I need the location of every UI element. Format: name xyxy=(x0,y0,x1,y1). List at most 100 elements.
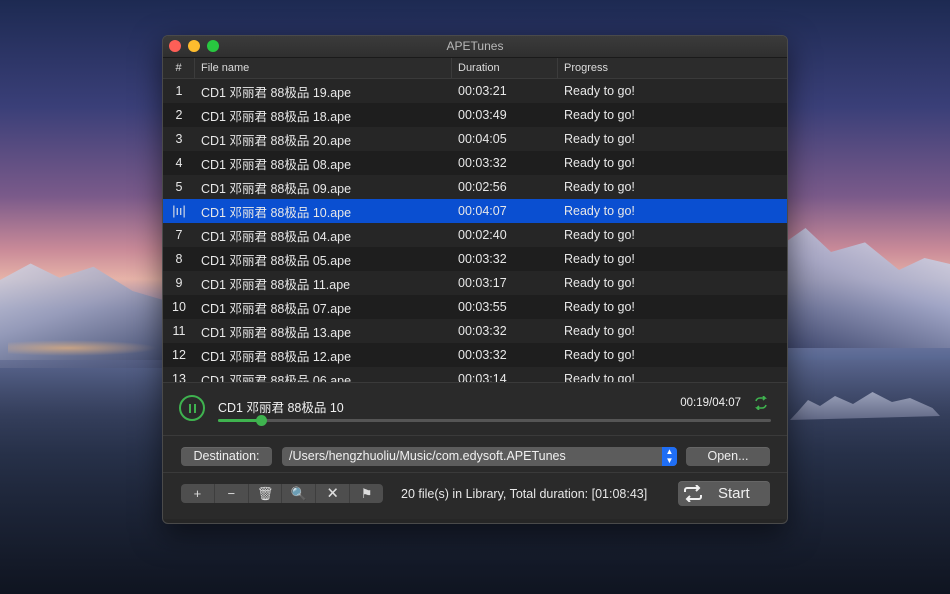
row-file-name: CD1 邓丽君 88极品 08.ape xyxy=(201,157,352,172)
row-progress: Ready to go! xyxy=(564,132,635,146)
row-number: 5 xyxy=(175,180,183,194)
destination-path-select[interactable]: /Users/hengzhuoliu/Music/com.edysoft.APE… xyxy=(282,447,677,466)
row-duration: 00:03:32 xyxy=(458,348,507,362)
row-number: 11 xyxy=(172,324,186,338)
table-row[interactable]: 8 CD1 邓丽君 88极品 05.ape 00:03:32 Ready to go! xyxy=(163,247,787,271)
row-progress: Ready to go! xyxy=(564,204,635,218)
row-number: 7 xyxy=(175,228,183,242)
library-status: 20 file(s) in Library, Total duration: [… xyxy=(401,487,648,501)
mountain-right xyxy=(780,228,950,348)
row-number: 10 xyxy=(172,300,186,314)
pause-icon[interactable] xyxy=(179,395,205,421)
row-duration: 00:02:56 xyxy=(458,180,507,194)
repeat-icon[interactable] xyxy=(753,396,769,410)
row-file-name: CD1 邓丽君 88极品 19.ape xyxy=(201,85,352,100)
row-duration: 00:03:32 xyxy=(458,324,507,338)
chevron-updown-icon[interactable]: ▲ ▼ xyxy=(662,447,677,466)
row-file-name: CD1 邓丽君 88极品 12.ape xyxy=(201,349,352,364)
window-title: APETunes xyxy=(446,39,504,53)
trash-icon[interactable]: 🗑 xyxy=(249,484,283,503)
row-duration: 00:03:32 xyxy=(458,156,507,170)
table-row[interactable]: 3 CD1 邓丽君 88极品 20.ape 00:04:05 Ready to go! xyxy=(163,127,787,151)
title-bar[interactable]: APETunes xyxy=(163,36,787,58)
row-progress: Ready to go! xyxy=(564,276,635,290)
row-progress: Ready to go! xyxy=(564,156,635,170)
table-row[interactable]: |ıı| CD1 邓丽君 88极品 10.ape 00:04:07 Ready to … xyxy=(163,199,787,223)
row-file-name: CD1 邓丽君 88极品 13.ape xyxy=(201,325,352,340)
table-header: # File name Duration Progress xyxy=(163,58,787,79)
now-playing-title: CD1 邓丽君 88极品 10 xyxy=(218,401,344,415)
row-progress: Ready to go! xyxy=(564,324,635,338)
row-number: |ıı| xyxy=(172,204,186,218)
row-file-name: CD1 邓丽君 88极品 09.ape xyxy=(201,181,352,196)
row-duration: 00:03:55 xyxy=(458,300,507,314)
row-file-name: CD1 邓丽君 88极品 05.ape xyxy=(201,253,352,268)
start-button[interactable]: Start xyxy=(678,481,770,506)
header-file-name[interactable]: File name xyxy=(195,58,452,78)
table-row[interactable]: 10 CD1 邓丽君 88极品 07.ape 00:03:55 Ready to go… xyxy=(163,295,787,319)
row-duration: 00:04:05 xyxy=(458,132,507,146)
header-duration[interactable]: Duration xyxy=(452,58,558,78)
bottom-bar: + − 🗑 🔍 🗙 ⚑ 20 file(s) in Library, Total dura… xyxy=(163,473,787,519)
table-row[interactable]: 2 CD1 邓丽君 88极品 18.ape 00:03:49 Ready to go! xyxy=(163,103,787,127)
row-progress: Ready to go! xyxy=(564,84,635,98)
convert-icon xyxy=(684,485,702,502)
row-duration: 00:03:32 xyxy=(458,252,507,266)
row-progress: Ready to go! xyxy=(564,252,635,266)
table-row[interactable]: 12 CD1 邓丽君 88极品 12.ape 00:03:32 Ready to go… xyxy=(163,343,787,367)
tool-segmented-control: + − 🗑 🔍 🗙 ⚑ xyxy=(181,484,383,503)
row-number: 12 xyxy=(172,348,186,362)
row-file-name: CD1 邓丽君 88极品 10.ape xyxy=(201,205,352,220)
row-duration: 00:03:17 xyxy=(458,276,507,290)
row-progress: Ready to go! xyxy=(564,348,635,362)
row-file-name: CD1 邓丽君 88极品 20.ape xyxy=(201,133,352,148)
header-number[interactable]: # xyxy=(163,58,195,78)
row-progress: Ready to go! xyxy=(564,108,635,122)
row-progress: Ready to go! xyxy=(564,228,635,242)
row-duration: 00:02:40 xyxy=(458,228,507,242)
file-table: # File name Duration Progress 1 CD1 邓丽君 8… xyxy=(163,58,787,382)
clear-icon[interactable]: 🗙 xyxy=(316,484,351,503)
clean-icon[interactable]: ⚑ xyxy=(350,484,383,503)
row-file-name: CD1 邓丽君 88极品 06.ape xyxy=(201,373,352,383)
destination-path-value: /Users/hengzhuoliu/Music/com.edysoft.APE… xyxy=(289,449,566,463)
playback-slider-fill xyxy=(218,419,261,422)
start-label: Start xyxy=(718,485,750,502)
row-duration: 00:04:07 xyxy=(458,204,507,218)
row-duration: 00:03:14 xyxy=(458,372,507,382)
row-number: 9 xyxy=(175,276,183,290)
row-progress: Ready to go! xyxy=(564,180,635,194)
row-duration: 00:03:49 xyxy=(458,108,507,122)
row-number: 2 xyxy=(175,108,183,122)
table-row[interactable]: 7 CD1 邓丽君 88极品 04.ape 00:02:40 Ready to go! xyxy=(163,223,787,247)
table-row[interactable]: 11 CD1 邓丽君 88极品 13.ape 00:03:32 Ready to go… xyxy=(163,319,787,343)
table-row[interactable]: 9 CD1 邓丽君 88极品 11.ape 00:03:17 Ready to go! xyxy=(163,271,787,295)
table-body: 1 CD1 邓丽君 88极品 19.ape 00:03:21 Ready to go!… xyxy=(163,79,787,382)
player-bar: CD1 邓丽君 88极品 10 00:19/04:07 xyxy=(163,382,787,435)
search-icon[interactable]: 🔍 xyxy=(282,484,317,503)
open-button[interactable]: Open... xyxy=(686,447,770,466)
app-window: APETunes # File name Duration Progress 1… xyxy=(162,35,788,524)
remove-icon[interactable]: − xyxy=(215,484,249,503)
row-progress: Ready to go! xyxy=(564,372,635,382)
row-number: 4 xyxy=(175,156,183,170)
playback-slider[interactable] xyxy=(218,415,771,426)
header-progress[interactable]: Progress xyxy=(558,58,787,78)
table-row[interactable]: 1 CD1 邓丽君 88极品 19.ape 00:03:21 Ready to go! xyxy=(163,79,787,103)
row-number: 3 xyxy=(175,132,183,146)
row-number: 1 xyxy=(175,84,183,98)
row-progress: Ready to go! xyxy=(564,300,635,314)
row-duration: 00:03:21 xyxy=(458,84,507,98)
table-row[interactable]: 4 CD1 邓丽君 88极品 08.ape 00:03:32 Ready to go! xyxy=(163,151,787,175)
add-icon[interactable]: + xyxy=(181,484,215,503)
table-row[interactable]: 5 CD1 邓丽君 88极品 09.ape 00:02:56 Ready to go! xyxy=(163,175,787,199)
table-row[interactable]: 13 CD1 邓丽君 88极品 06.ape 00:03:14 Ready to go… xyxy=(163,367,787,382)
playback-time: 00:19/04:07 xyxy=(680,397,741,409)
row-number: 8 xyxy=(175,252,183,266)
row-file-name: CD1 邓丽君 88极品 07.ape xyxy=(201,301,352,316)
playback-slider-thumb[interactable] xyxy=(255,415,267,426)
row-number: 13 xyxy=(172,372,186,382)
row-file-name: CD1 邓丽君 88极品 04.ape xyxy=(201,229,352,244)
destination-bar: Destination: /Users/hengzhuoliu/Music/co… xyxy=(163,436,787,472)
destination-button[interactable]: Destination: xyxy=(181,447,272,466)
